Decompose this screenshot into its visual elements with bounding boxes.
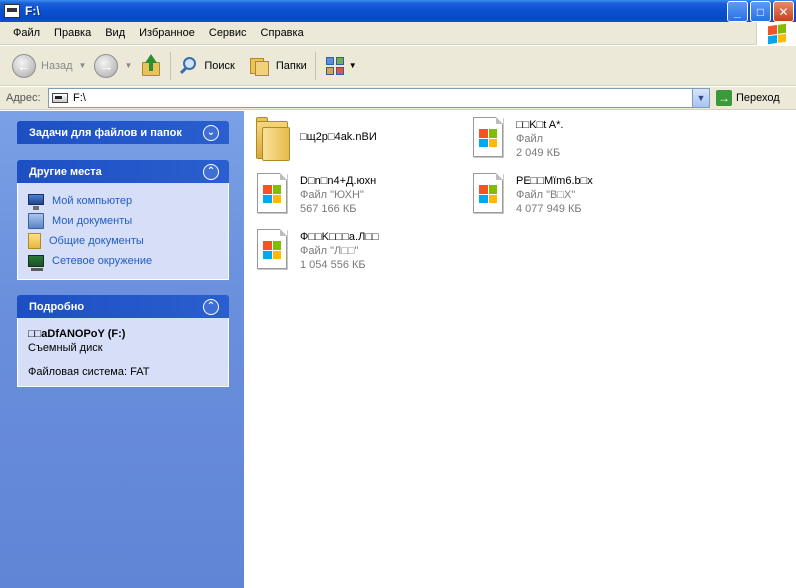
- file-icon: [470, 115, 508, 163]
- menu-help[interactable]: Справка: [254, 27, 311, 39]
- other-places-title: Другие места: [29, 165, 102, 178]
- collapse-chevron-icon[interactable]: ⌃: [203, 298, 219, 315]
- menu-view[interactable]: Вид: [98, 27, 132, 39]
- window-controls: _ □ ✕: [727, 1, 794, 22]
- network-icon: [28, 255, 44, 271]
- folders-icon: [249, 55, 271, 77]
- details-header[interactable]: Подробно ⌃: [17, 295, 229, 318]
- link-my-computer[interactable]: Мой компьютер: [28, 191, 218, 211]
- search-icon: [179, 56, 199, 76]
- folders-label: Папки: [275, 59, 307, 72]
- details-panel: Подробно ⌃ □□aDfANOPoY (F:) Съемный диск…: [17, 295, 229, 387]
- file-icon: [254, 227, 292, 275]
- expand-chevron-icon[interactable]: ⌄: [203, 124, 219, 141]
- link-label: Сетевое окружение: [52, 255, 153, 267]
- collapse-chevron-icon[interactable]: ⌃: [203, 163, 219, 180]
- search-label: Поиск: [204, 59, 235, 72]
- file-item[interactable]: □□K□t A*. Файл 2 049 КБ: [470, 115, 680, 169]
- drive-name: □□aDfANOPoY (F:): [28, 328, 126, 340]
- address-dropdown-icon[interactable]: ▼: [692, 89, 709, 107]
- up-folder-icon: [140, 53, 162, 78]
- other-places-panel: Другие места ⌃ Мой компьютер Мои докумен…: [17, 160, 229, 280]
- other-places-header[interactable]: Другие места ⌃: [17, 160, 229, 183]
- file-size: 567 166 КБ: [300, 203, 357, 215]
- file-name: D□n□n4+Д.юхн: [300, 175, 377, 187]
- drive-icon: [4, 4, 20, 18]
- forward-button[interactable]: → ▼: [90, 50, 136, 82]
- file-type: Файл: [516, 133, 544, 145]
- drive-type: Съемный диск: [28, 342, 103, 354]
- link-label: Мои документы: [52, 215, 133, 227]
- address-label: Адрес:: [6, 92, 41, 104]
- file-name: □□K□t A*.: [516, 119, 564, 131]
- folder-icon: [28, 233, 41, 249]
- folders-button[interactable]: Папки: [245, 50, 311, 82]
- menu-bar: Файл Правка Вид Избранное Сервис Справка: [0, 22, 796, 45]
- go-button[interactable]: → Переход: [716, 90, 780, 106]
- title-bar: F:\ _ □ ✕: [0, 0, 796, 22]
- file-item[interactable]: Ф□□K□□□a.Л□□ Файл "Л□□" 1 054 556 КБ: [254, 227, 464, 281]
- file-type: Файл "ЮХН": [300, 189, 364, 201]
- menu-tools[interactable]: Сервис: [202, 27, 254, 39]
- back-label: Назад: [41, 59, 73, 72]
- maximize-button[interactable]: □: [750, 1, 771, 22]
- file-name: □щ2p□4ak.nВИ: [300, 131, 377, 143]
- close-button[interactable]: ✕: [773, 1, 794, 22]
- up-folder-button[interactable]: [136, 50, 166, 82]
- file-type: Файл "Л□□": [300, 245, 359, 257]
- file-size: 2 049 КБ: [516, 147, 561, 159]
- details-title: Подробно: [29, 300, 85, 313]
- drive-icon: [52, 93, 68, 103]
- folder-item[interactable]: □щ2p□4ak.nВИ: [254, 115, 464, 169]
- file-item[interactable]: PE□□Mïm6.b□x Файл "B□X" 4 077 949 КБ: [470, 171, 680, 225]
- my-documents-icon: [28, 213, 44, 229]
- task-pane: Задачи для файлов и папок ⌄ Другие места…: [0, 111, 244, 588]
- address-bar: Адрес: F:\ ▼ → Переход: [0, 87, 796, 110]
- link-my-documents[interactable]: Мои документы: [28, 211, 218, 231]
- link-network-places[interactable]: Сетевое окружение: [28, 251, 218, 271]
- file-name: PE□□Mïm6.b□x: [516, 175, 593, 187]
- file-system: Файловая система: FAT: [28, 366, 150, 378]
- toolbar: ← Назад ▼ → ▼ Поиск Папки ▼: [0, 46, 796, 86]
- file-list: □щ2p□4ak.nВИ □□K□t A*. Файл 2 049 КБ D□n…: [244, 111, 796, 588]
- address-input[interactable]: F:\ ▼: [48, 88, 710, 108]
- file-size: 4 077 949 КБ: [516, 203, 582, 215]
- file-name: Ф□□K□□□a.Л□□: [300, 231, 379, 243]
- toolbar-separator: [170, 51, 172, 80]
- forward-arrow-icon: →: [94, 53, 119, 78]
- go-label: Переход: [736, 92, 780, 104]
- file-type: Файл "B□X": [516, 189, 576, 201]
- windows-logo-icon: [756, 22, 796, 45]
- views-dropdown-icon[interactable]: ▼: [349, 61, 357, 70]
- folder-icon: [254, 115, 292, 163]
- views-button[interactable]: ▼: [320, 50, 361, 82]
- window-title: F:\: [25, 4, 40, 18]
- menu-favorites[interactable]: Избранное: [132, 27, 202, 39]
- toolbar-separator: [314, 51, 316, 80]
- details-body: □□aDfANOPoY (F:) Съемный диск Файловая с…: [17, 318, 229, 387]
- back-dropdown-icon[interactable]: ▼: [79, 61, 87, 70]
- menu-edit[interactable]: Правка: [47, 27, 98, 39]
- file-tasks-header[interactable]: Задачи для файлов и папок ⌄: [17, 121, 229, 144]
- minimize-button[interactable]: _: [727, 1, 748, 22]
- file-icon: [254, 171, 292, 219]
- menu-file[interactable]: Файл: [6, 27, 47, 39]
- file-tasks-title: Задачи для файлов и папок: [29, 126, 182, 139]
- file-icon: [470, 171, 508, 219]
- search-button[interactable]: Поиск: [175, 50, 238, 82]
- file-tasks-panel: Задачи для файлов и папок ⌄: [17, 121, 229, 144]
- other-places-body: Мой компьютер Мои документы Общие докуме…: [17, 183, 229, 280]
- link-shared-documents[interactable]: Общие документы: [28, 231, 218, 251]
- file-item[interactable]: D□n□n4+Д.юхн Файл "ЮХН" 567 166 КБ: [254, 171, 464, 225]
- file-size: 1 054 556 КБ: [300, 259, 366, 271]
- link-label: Общие документы: [49, 235, 144, 247]
- address-value: F:\: [73, 92, 86, 104]
- forward-dropdown-icon[interactable]: ▼: [124, 61, 132, 70]
- back-arrow-icon: ←: [12, 53, 36, 78]
- link-label: Мой компьютер: [52, 195, 133, 207]
- back-button[interactable]: ← Назад ▼: [8, 50, 90, 82]
- go-arrow-icon: →: [716, 90, 732, 106]
- views-icon: [324, 55, 346, 77]
- computer-icon: [28, 193, 44, 210]
